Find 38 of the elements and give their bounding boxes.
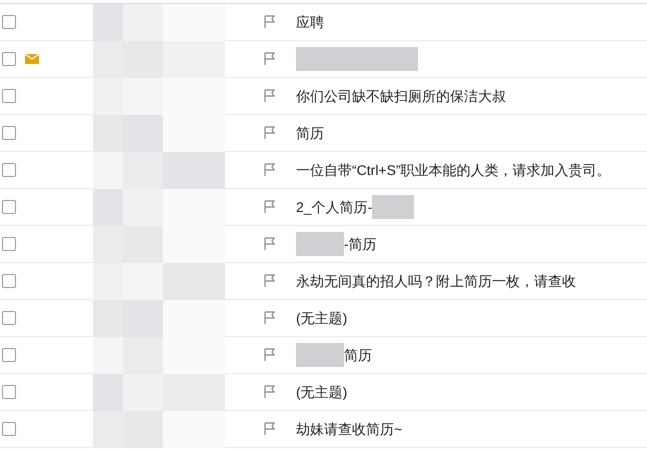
flag-icon[interactable] [264,274,275,288]
subject-text: (无主题) [296,308,348,328]
checkbox[interactable] [2,52,16,66]
subject-text: -简历 [344,234,377,254]
redacted-block [372,195,414,219]
flag-icon[interactable] [264,15,275,29]
flag-icon[interactable] [264,163,275,177]
subject-text: 简历 [344,346,372,364]
subject-text: 永劫无间真的招人吗？附上简历一枚，请查收 [296,272,576,290]
checkbox[interactable] [2,126,16,140]
checkbox[interactable] [2,163,16,177]
subject-text: 你们公司缺不缺扫厕所的保洁大叔 [296,86,506,106]
subject-text: 应聘 [296,12,324,32]
checkbox[interactable] [2,237,16,251]
subject-text: 一位自带“Ctrl+S”职业本能的人类，请求加入贵司。 [296,160,611,180]
checkbox[interactable] [2,348,16,362]
redacted-block [296,232,344,256]
flag-icon[interactable] [264,126,275,140]
checkbox[interactable] [2,89,16,103]
checkbox[interactable] [2,311,16,325]
flag-icon[interactable] [264,52,275,66]
subject-text: 2_个人简历- [296,198,372,217]
flag-icon[interactable] [264,385,275,399]
checkbox[interactable] [2,274,16,288]
flag-icon[interactable] [264,237,275,251]
subject-text: (无主题) [296,382,348,402]
redacted-block [296,343,344,367]
checkbox[interactable] [2,200,16,214]
flag-icon[interactable] [264,422,275,436]
flag-icon[interactable] [264,200,275,214]
flag-icon[interactable] [264,89,275,103]
checkbox[interactable] [2,422,16,436]
subject-text: 劫妹请查收简历~ [296,420,402,438]
flag-icon[interactable] [264,348,275,362]
checkbox[interactable] [2,15,16,29]
subject-text: 简历 [296,124,324,142]
checkbox[interactable] [2,385,16,399]
flag-icon[interactable] [264,311,275,325]
